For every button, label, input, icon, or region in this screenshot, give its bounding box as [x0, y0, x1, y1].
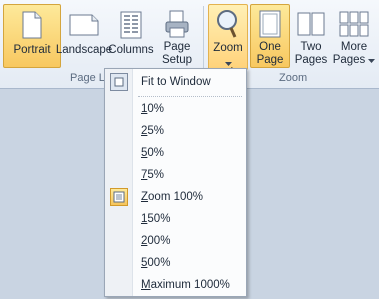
menu-item-zoom-50[interactable]: 50%: [105, 143, 246, 163]
menu-item-label: 0%: [147, 103, 165, 115]
two-pages-button[interactable]: Two Pages: [292, 4, 330, 68]
more-pages-button[interactable]: More Pages: [332, 4, 376, 68]
zoom-dropdown-menu: Fit to Window 10% 25% 50% 75% Zoom 100% …: [104, 68, 247, 297]
menu-item-label: aximum 1000%: [150, 279, 230, 291]
menu-separator: [138, 96, 242, 97]
columns-button[interactable]: Columns: [107, 4, 155, 68]
one-page-label-line1: One: [259, 41, 281, 53]
fit-to-window-icon: [110, 73, 128, 91]
group-label-page-layout: Page L: [70, 72, 105, 84]
zoom-button[interactable]: Zoom: [208, 4, 248, 70]
menu-item-zoom-500[interactable]: 500%: [105, 253, 246, 273]
one-page-label-line2: Page: [256, 54, 284, 66]
menu-item-zoom-10[interactable]: 10%: [105, 99, 246, 119]
access-key: Z: [141, 191, 149, 203]
menu-item-label: 5%: [147, 169, 165, 181]
chevron-down-icon: [368, 58, 376, 63]
menu-item-label: oom 100%: [148, 191, 204, 203]
more-pages-label-line1: More: [340, 41, 368, 53]
columns-icon: [120, 8, 142, 42]
more-pages-label-line2: Pages: [332, 54, 366, 66]
access-key: M: [141, 279, 151, 291]
menu-item-label: 0%: [147, 147, 165, 159]
menu-item-zoom-maximum[interactable]: Maximum 1000%: [105, 275, 246, 295]
menu-item-label: 5%: [147, 125, 165, 137]
menu-item-zoom-150[interactable]: 150%: [105, 209, 246, 229]
checked-indicator-icon: [110, 188, 128, 206]
portrait-icon: [22, 8, 42, 42]
two-pages-label-line1: Two: [300, 41, 322, 53]
page-setup-button[interactable]: Page Setup: [156, 4, 198, 68]
two-pages-label-line2: Pages: [294, 54, 328, 66]
menu-item-label: Fit to Window: [141, 76, 211, 88]
page-setup-label-line1: Page: [163, 41, 191, 53]
menu-item-label: 00%: [147, 257, 171, 269]
menu-item-zoom-75[interactable]: 75%: [105, 165, 246, 185]
page-setup-label-line2: Setup: [161, 54, 193, 66]
menu-item-label: 00%: [147, 235, 171, 247]
magnifier-icon: [215, 8, 241, 40]
more-pages-icon: [339, 8, 369, 39]
menu-item-zoom-200[interactable]: 200%: [105, 231, 246, 251]
portrait-button[interactable]: Portrait: [3, 4, 61, 68]
menu-item-label: 50%: [147, 213, 171, 225]
two-pages-icon: [297, 8, 325, 39]
menu-item-zoom-25[interactable]: 25%: [105, 121, 246, 141]
menu-item-fit-to-window[interactable]: Fit to Window: [105, 72, 246, 92]
one-page-button[interactable]: One Page: [250, 4, 290, 68]
menu-item-zoom-100[interactable]: Zoom 100%: [105, 187, 246, 207]
landscape-button[interactable]: Landscape: [56, 4, 112, 68]
more-pages-label: More Pages: [333, 41, 376, 67]
group-label-zoom: Zoom: [279, 72, 308, 84]
landscape-icon: [69, 8, 99, 42]
printer-icon: [164, 8, 190, 39]
one-page-icon: [259, 8, 281, 39]
